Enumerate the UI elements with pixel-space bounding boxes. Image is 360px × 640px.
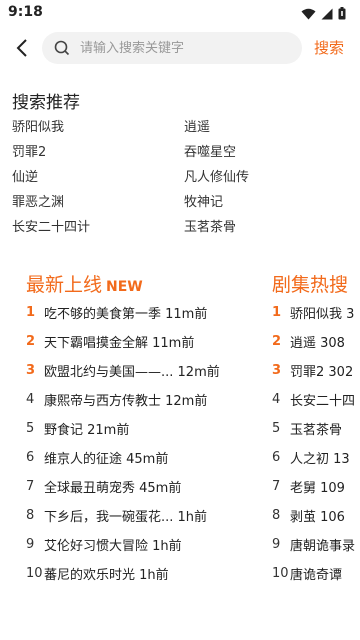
item-title: 逍遥 308 [290,335,345,351]
rank-number: 10 [26,565,43,581]
item-title: 剥茧 106 [290,509,345,525]
recommend-item[interactable]: 牧神记 [184,191,223,210]
rank-number: 1 [272,304,282,320]
item-title: 全球最丑萌宠秀 45m前 [44,480,182,496]
rank-number: 9 [26,536,35,552]
rank-number: 6 [26,449,35,465]
signal-icon [321,5,333,24]
rank-number: 2 [26,333,36,349]
rank-number: 9 [272,536,281,552]
rank-number: 4 [26,391,35,407]
list-item[interactable]: 3 罚罪2 302 [272,360,353,380]
item-title: 唐诡奇谭 [290,567,343,583]
rank-number: 7 [26,478,35,494]
list-item[interactable]: 5 野食记 21m前 [26,418,129,438]
item-title: 人之初 13 [290,451,350,467]
list-item[interactable]: 1 骄阳似我 3 [272,302,354,322]
item-title: 骄阳似我 3 [290,306,355,322]
item-title: 老舅 109 [290,480,345,496]
list-item[interactable]: 1 吃不够的美食第一季 11m前 [26,302,207,322]
list-item[interactable]: 6 人之初 13 [272,447,350,467]
recommend-item[interactable]: 吞噬星空 [184,141,236,160]
list-item[interactable]: 10 蕃尼的欢乐时光 1h前 [26,563,169,583]
list-item[interactable]: 3 欧盟北约与美国——... 12m前 [26,360,220,380]
list-item[interactable]: 9 艾伦好习惯大冒险 1h前 [26,534,182,554]
rank-number: 3 [26,362,36,378]
rank-number: 10 [272,565,289,581]
recommend-title: 搜索推荐 [12,93,80,113]
recommend-item[interactable]: 玉茗茶骨 [184,216,236,235]
item-title: 唐朝诡事录 [290,538,356,554]
ranking-lists: 最新上线 NEW 1 吃不够的美食第一季 11m前 2 天下霸唱摸金全解 11m前 3… [0,270,360,600]
recommend-item[interactable]: 罪恶之渊 [12,191,64,210]
item-title: 维京人的征途 45m前 [44,451,169,467]
search-button[interactable]: 搜索 [314,37,344,58]
item-title: 艾伦好习惯大冒险 1h前 [44,538,182,554]
list-item[interactable]: 4 康熙帝与西方传教士 12m前 [26,389,207,409]
item-title: 天下霸唱摸金全解 11m前 [44,335,195,351]
recommend-item[interactable]: 逍遥 [184,116,210,135]
rank-number: 2 [272,333,282,349]
hot-title: 剧集热搜 [272,274,349,296]
chevron-left-icon [16,39,27,57]
rank-number: 6 [272,449,281,465]
search-icon [54,40,70,56]
rank-number: 5 [272,420,281,436]
recommend-item[interactable]: 罚罪2 [12,141,46,160]
list-item[interactable]: 9 唐朝诡事录 [272,534,355,554]
item-title: 野食记 21m前 [44,422,130,438]
item-title: 下乡后，我一碗蛋花... 1h前 [44,509,208,525]
recommend-item[interactable]: 长安二十四计 [12,216,90,235]
item-title: 欧盟北约与美国——... 12m前 [44,364,220,380]
recommend-item[interactable]: 凡人修仙传 [184,166,249,185]
list-item[interactable]: 2 天下霸唱摸金全解 11m前 [26,331,194,351]
wifi-icon [301,5,316,24]
search-input[interactable] [78,39,282,57]
recommend-item[interactable]: 仙逆 [12,166,38,185]
rank-number: 5 [26,420,35,436]
item-title: 长安二十四 [290,393,356,409]
list-item[interactable]: 7 全球最丑萌宠秀 45m前 [26,476,181,496]
list-item[interactable]: 8 下乡后，我一碗蛋花... 1h前 [26,505,207,525]
rank-number: 8 [26,507,35,523]
recommend-item[interactable]: 骄阳似我 [12,116,64,135]
rank-number: 8 [272,507,281,523]
list-item[interactable]: 10 唐诡奇谭 [272,563,342,583]
rank-number: 7 [272,478,281,494]
rank-number: 3 [272,362,282,378]
list-item[interactable]: 5 玉茗茶骨 [272,418,342,438]
status-icons [301,5,346,24]
hot-list: 剧集热搜 1 骄阳似我 3 2 逍遥 308 3 罚罪2 302 4 长安二十四 5 玉茗… [272,270,360,600]
item-title: 康熙帝与西方传教士 12m前 [44,393,208,409]
list-item[interactable]: 4 长安二十四 [272,389,355,409]
battery-icon [338,5,346,24]
rank-number: 4 [272,391,281,407]
list-item[interactable]: 8 剥茧 106 [272,505,345,525]
status-time: 9:18 [8,4,43,20]
item-title: 蕃尼的欢乐时光 1h前 [44,567,169,583]
list-item[interactable]: 6 维京人的征途 45m前 [26,447,168,467]
back-button[interactable] [10,36,34,60]
list-item[interactable]: 7 老舅 109 [272,476,345,496]
search-header: 搜索 [0,30,360,66]
item-title: 罚罪2 302 [290,364,354,380]
rank-number: 1 [26,304,36,320]
search-bar[interactable] [42,32,302,64]
item-title: 玉茗茶骨 [290,422,343,438]
new-badge: NEW [106,279,143,295]
latest-title-text: 最新上线 [26,274,103,296]
list-item[interactable]: 2 逍遥 308 [272,331,345,351]
latest-title: 最新上线 NEW [26,270,266,297]
item-title: 吃不够的美食第一季 11m前 [44,306,208,322]
status-bar: 9:18 [0,0,360,26]
latest-list: 最新上线 NEW 1 吃不够的美食第一季 11m前 2 天下霸唱摸金全解 11m前 3… [26,270,266,583]
